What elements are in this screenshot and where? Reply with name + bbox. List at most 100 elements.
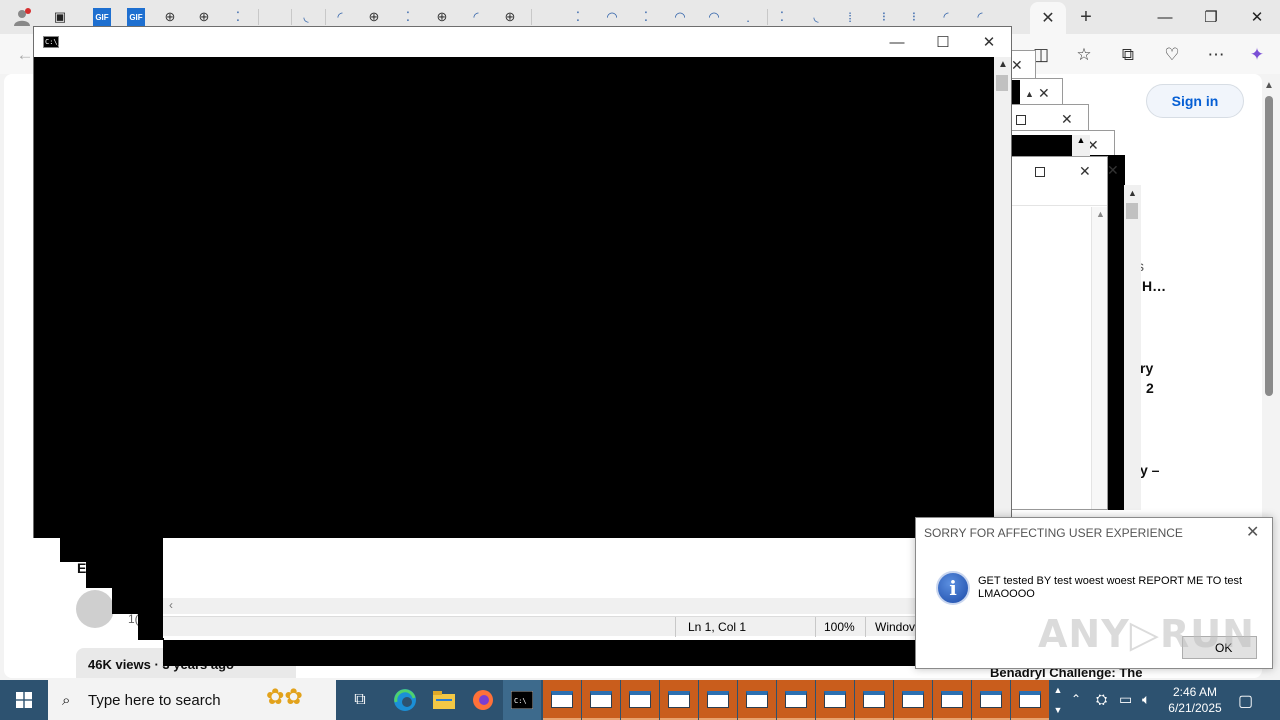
background-window-scrollbar[interactable]: ▲ [1124, 185, 1141, 510]
collections-icon[interactable]: ⧉ [1115, 42, 1141, 68]
copilot-icon[interactable]: ✦ [1244, 42, 1270, 68]
tab-globe-icon[interactable]: ⊕ [365, 8, 383, 26]
taskbar-window-button[interactable] [582, 680, 620, 720]
new-tab-button[interactable]: + [1074, 5, 1098, 29]
tab-loading-icon[interactable]: ◟ [297, 8, 315, 26]
edge-icon[interactable] [386, 680, 424, 720]
cmd-close-button[interactable]: ✕ [966, 27, 1012, 57]
taskbar-window-button[interactable] [855, 680, 893, 720]
show-hidden-icons-icon[interactable]: ⌃ [1071, 692, 1081, 706]
close-icon[interactable]: ✕ [1011, 57, 1023, 74]
tab-gif-icon[interactable]: GIF [93, 8, 111, 26]
browser-close-button[interactable]: ✕ [1234, 0, 1280, 34]
console-output [138, 614, 164, 640]
tab-actions-icon[interactable]: ▣ [51, 8, 69, 26]
browser-minimize-button[interactable]: — [1142, 0, 1188, 34]
page-scroll-thumb[interactable] [1265, 96, 1273, 396]
cmd-taskbar-icon[interactable]: C:\ [503, 680, 541, 720]
channel-avatar[interactable] [76, 590, 114, 628]
taskbar-window-button[interactable] [1011, 680, 1049, 720]
tab-loading-icon[interactable]: ◜ [467, 8, 485, 26]
cmd-scrollbar[interactable]: ▲ [994, 57, 1011, 538]
maximize-icon[interactable] [1035, 167, 1045, 177]
taskbar-window-button[interactable] [543, 680, 581, 720]
video-title-fragment[interactable]: H… [1142, 278, 1166, 294]
tab-loading-icon[interactable]: ⁚ [399, 8, 417, 26]
more-options-icon[interactable]: ⋯ [1203, 42, 1229, 68]
close-icon[interactable]: ✕ [1107, 162, 1119, 179]
maximize-icon[interactable] [1016, 115, 1026, 125]
video-title-fragment[interactable]: y – [1140, 462, 1159, 478]
firefox-icon[interactable] [464, 680, 502, 720]
cmd-scroll-thumb[interactable] [996, 75, 1008, 91]
tab-gif-icon[interactable]: GIF [127, 8, 145, 26]
taskbar-window-button[interactable] [972, 680, 1010, 720]
taskbar-scroll-arrows[interactable]: ▲ ▼ [1050, 680, 1066, 720]
tab-loading-icon[interactable]: ⁞ [841, 8, 859, 26]
taskbar-window-button[interactable] [777, 680, 815, 720]
scroll-up-arrow-icon[interactable]: ▲ [1264, 80, 1274, 91]
scroll-up-arrow-icon[interactable]: ▲ [1025, 89, 1034, 99]
cmd-minimize-button[interactable]: — [874, 27, 920, 57]
browser-essentials-icon[interactable]: ♡ [1159, 42, 1185, 68]
tab-loading-icon[interactable]: ⁚ [773, 8, 791, 26]
profile-icon[interactable] [12, 7, 32, 27]
active-tab-close-button[interactable]: ✕ [1030, 2, 1066, 34]
tab-loading-icon[interactable]: ◜ [331, 8, 349, 26]
taskbar-window-button[interactable] [660, 680, 698, 720]
tab-loading-icon[interactable]: ◟ [807, 8, 825, 26]
background-window-scrollbar[interactable]: ▲ [1091, 207, 1107, 509]
taskbar-window-button[interactable] [699, 680, 737, 720]
taskbar-clock[interactable]: 2:46 AM 6/21/2025 [1165, 684, 1225, 716]
tab-globe-icon[interactable]: ⊕ [161, 8, 179, 26]
taskbar-window-button[interactable] [621, 680, 659, 720]
notifications-icon[interactable]: ▢ [1238, 691, 1253, 711]
video-title-fragment[interactable]: ry [1140, 360, 1153, 376]
network-icon[interactable]: ▭ [1119, 691, 1132, 708]
taskbar-search-box[interactable]: ⌕ Type here to search ✿✿ [48, 680, 336, 720]
tab-loading-icon[interactable]: ⁚ [569, 8, 587, 26]
favorites-star-icon[interactable]: ☆ [1071, 42, 1097, 68]
tab-loading-icon[interactable]: ◠ [705, 8, 723, 26]
scroll-up-arrow-icon[interactable]: ▲ [998, 59, 1008, 70]
close-icon[interactable]: ✕ [1079, 163, 1091, 180]
taskbar-window-button[interactable] [933, 680, 971, 720]
tab-loading-icon[interactable]: ◠ [603, 8, 621, 26]
cmd-maximize-button[interactable]: ☐ [920, 27, 966, 57]
cmd-app-icon: C:\_ [43, 36, 62, 48]
tab-loading-icon[interactable]: . [739, 8, 757, 26]
taskbar-window-button[interactable] [738, 680, 776, 720]
notepad-window[interactable]: ‹ Ln 1, Col 1 100% Windov [163, 538, 923, 638]
video-title-fragment[interactable]: 2 [1146, 380, 1154, 396]
cmd-title-bar[interactable]: C:\_ — ☐ ✕ [34, 27, 1011, 57]
taskbar-window-button[interactable] [894, 680, 932, 720]
file-explorer-icon[interactable] [425, 680, 463, 720]
sign-in-button[interactable]: Sign in [1146, 84, 1244, 118]
notepad-horizontal-scrollbar[interactable]: ‹ [163, 598, 923, 614]
tab-loading-icon[interactable]: ⁝ [905, 8, 923, 26]
tab-loading-icon[interactable]: ◜ [971, 8, 989, 26]
start-button[interactable] [0, 680, 48, 720]
scroll-left-arrow-icon[interactable]: ‹ [169, 598, 173, 612]
tab-globe-icon[interactable]: ⊕ [433, 8, 451, 26]
dialog-close-button[interactable]: ✕ [1246, 522, 1259, 542]
cmd-window[interactable]: C:\_ — ☐ ✕ ▲ [33, 26, 1012, 538]
close-icon[interactable]: ✕ [1038, 85, 1050, 102]
tab-globe-icon[interactable]: ⊕ [195, 8, 213, 26]
tab-loading-icon[interactable]: ⁚ [637, 8, 655, 26]
tab-loading-icon[interactable]: ⁝ [875, 8, 893, 26]
tab-loading-icon[interactable]: ⁚ [229, 8, 247, 26]
cmd-console-area[interactable] [34, 57, 994, 538]
browser-restore-button[interactable]: ❐ [1188, 0, 1234, 34]
volume-icon[interactable]: 🔈︎ [1142, 691, 1150, 708]
taskbar-window-button[interactable] [816, 680, 854, 720]
background-window[interactable]: ✕ ▲ [1010, 156, 1108, 510]
video-title-fragment[interactable]: E [77, 560, 86, 576]
meet-now-icon[interactable]: ⛭ [1096, 691, 1107, 708]
tab-loading-icon[interactable]: ◠ [671, 8, 689, 26]
tab-loading-icon[interactable]: ◜ [937, 8, 955, 26]
task-view-icon[interactable]: ⧉ [341, 680, 379, 720]
tab-separator [767, 9, 768, 25]
tab-globe-icon[interactable]: ⊕ [501, 8, 519, 26]
close-icon[interactable]: ✕ [1061, 111, 1073, 128]
